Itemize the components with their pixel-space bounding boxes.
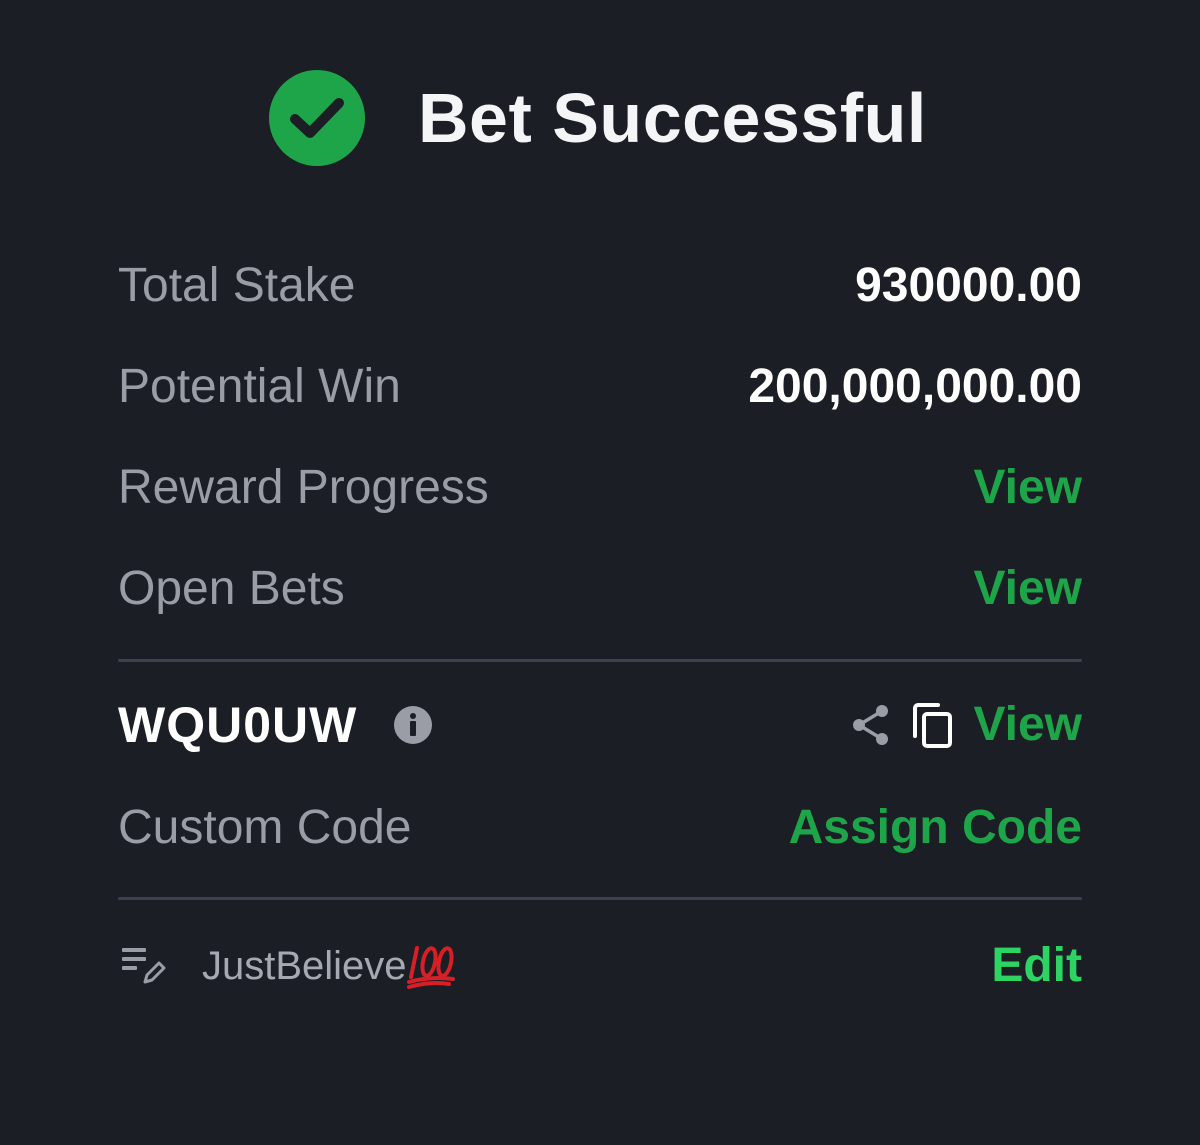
potential-win-row: Potential Win 200,000,000.00	[118, 352, 1082, 422]
total-stake-value: 930000.00	[855, 259, 1082, 312]
bet-receipt-panel: Bet Successful Total Stake 930000.00 Pot…	[118, 0, 1082, 1145]
custom-code-row: Custom Code Assign Code	[118, 793, 1082, 863]
copy-icon[interactable]	[911, 702, 953, 748]
potential-win-label: Potential Win	[118, 360, 401, 413]
edit-note-icon	[122, 948, 166, 984]
divider	[118, 897, 1082, 900]
total-stake-label: Total Stake	[118, 259, 356, 312]
assign-code-link[interactable]: Assign Code	[789, 804, 1082, 852]
check-circle-icon	[269, 70, 365, 166]
booking-code-row: WQU0UW View	[118, 690, 1082, 760]
share-icon[interactable]	[851, 703, 891, 747]
reward-progress-label: Reward Progress	[118, 461, 489, 514]
success-header: Bet Successful	[268, 68, 927, 168]
booking-code-actions: View	[851, 701, 1082, 749]
booking-code-group: WQU0UW	[118, 700, 433, 750]
page-title: Bet Successful	[418, 79, 927, 157]
booking-code: WQU0UW	[118, 697, 358, 753]
booking-code-view-link[interactable]: View	[973, 701, 1082, 749]
potential-win-value: 200,000,000.00	[748, 360, 1082, 413]
reward-progress-view-link[interactable]: View	[973, 464, 1082, 512]
total-stake-row: Total Stake 930000.00	[118, 251, 1082, 321]
note-row: JustBelieve Edit	[118, 931, 1082, 1001]
open-bets-view-link[interactable]: View	[973, 565, 1082, 613]
note-group: JustBelieve	[118, 943, 457, 989]
hundred-points-emoji	[406, 946, 455, 989]
divider	[118, 659, 1082, 662]
info-icon[interactable]	[393, 705, 433, 745]
edit-note-button[interactable]: Edit	[991, 942, 1082, 990]
custom-code-label: Custom Code	[118, 801, 412, 854]
reward-progress-row: Reward Progress View	[118, 453, 1082, 523]
open-bets-label: Open Bets	[118, 562, 345, 615]
open-bets-row: Open Bets View	[118, 554, 1082, 624]
bet-note-text: JustBelieve	[202, 944, 407, 988]
